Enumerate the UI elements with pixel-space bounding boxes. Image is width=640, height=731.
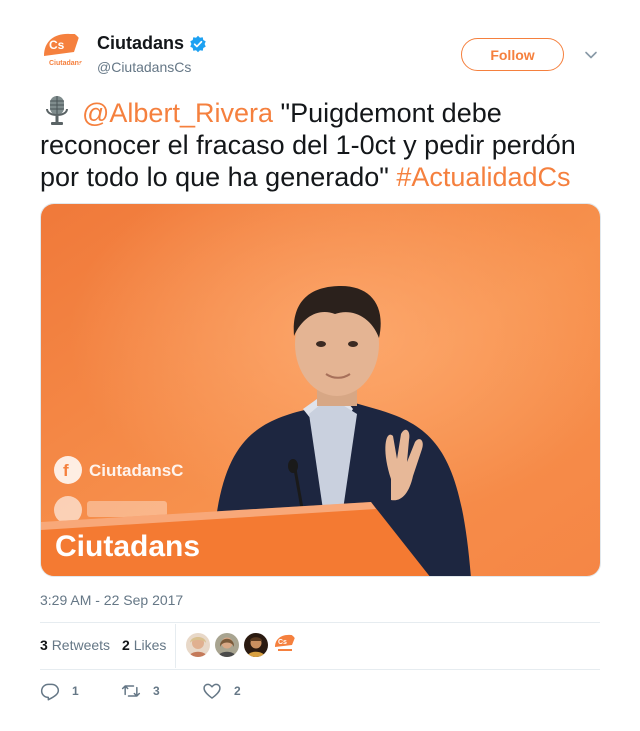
like-count: 2	[234, 684, 241, 698]
svg-text:CiutadansC: CiutadansC	[89, 461, 183, 480]
liker-avatar-3[interactable]	[244, 633, 268, 657]
tweet-timestamp[interactable]: 3:29 AM - 22 Sep 2017	[40, 592, 183, 608]
hashtag-link[interactable]: #ActualidadCs	[396, 162, 570, 192]
engagement-stats: 3 Retweets 2 Likes	[40, 637, 166, 653]
chevron-down-icon[interactable]	[583, 47, 599, 63]
liker-avatar-1[interactable]	[186, 633, 210, 657]
mention-link[interactable]: @Albert_Rivera	[82, 98, 273, 128]
svg-text:Ciutadans: Ciutadans	[55, 530, 200, 563]
like-button[interactable]: 2	[202, 681, 283, 701]
svg-text:Ciutadans: Ciutadans	[49, 60, 83, 67]
likes-stat[interactable]: 2 Likes	[122, 637, 166, 653]
reply-button[interactable]: 1	[40, 681, 121, 701]
author-handle[interactable]: @CiutadansCs	[97, 59, 191, 75]
divider-top	[40, 622, 600, 623]
liker-avatar-2[interactable]	[215, 633, 239, 657]
svg-text:Cs: Cs	[278, 639, 287, 646]
heart-icon	[203, 683, 221, 699]
reply-icon	[40, 683, 60, 701]
speaker-photo: f CiutadansC Ciutadans	[41, 204, 600, 576]
stats-separator	[175, 624, 176, 668]
reply-count: 1	[72, 684, 79, 698]
divider-bottom	[40, 669, 600, 670]
tweet-actions: 1 3 2	[40, 681, 283, 701]
follow-button[interactable]: Follow	[461, 38, 564, 71]
verified-badge-icon	[190, 35, 206, 52]
retweet-button[interactable]: 3	[121, 681, 202, 701]
retweets-stat[interactable]: 3 Retweets	[40, 637, 110, 653]
svg-text:Cs: Cs	[49, 38, 65, 52]
display-name[interactable]: Ciutadans	[97, 33, 184, 54]
microphone-icon	[46, 96, 68, 125]
profile-avatar[interactable]: Cs Ciutadans	[40, 30, 84, 74]
ciutadans-logo: Cs Ciutadans	[40, 30, 84, 74]
retweet-count: 3	[153, 684, 160, 698]
author-name-row[interactable]: Ciutadans	[97, 33, 207, 54]
retweet-icon	[121, 685, 141, 697]
liker-avatar-4[interactable]: Cs	[273, 633, 297, 657]
liker-avatars: Cs	[186, 633, 297, 657]
tweet-text: @Albert_Rivera "Puigdemont debe reconoce…	[40, 94, 610, 193]
svg-text:f: f	[63, 461, 69, 480]
tweet-photo[interactable]: f CiutadansC Ciutadans	[40, 203, 601, 577]
